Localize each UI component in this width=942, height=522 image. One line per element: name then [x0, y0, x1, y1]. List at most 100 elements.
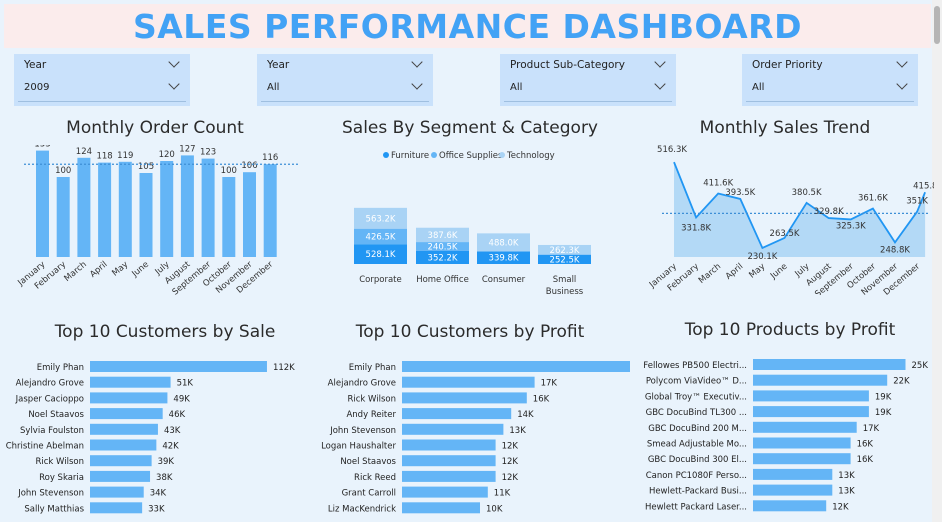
data-label: 34K [150, 489, 167, 499]
x-tick-label: Corporate [359, 275, 402, 285]
data-label: 16K [857, 455, 874, 465]
bar [222, 177, 236, 257]
slicer-value: All [752, 82, 765, 93]
category-label: Smead Adjustable Mo... [647, 440, 747, 450]
category-label: GBC DocuBind 300 El... [648, 455, 747, 465]
bar [90, 470, 151, 482]
bar [90, 392, 168, 404]
category-label: Alejandro Grove [16, 379, 84, 389]
data-label: 13K [838, 487, 855, 497]
bar [753, 468, 833, 480]
data-label: 230.1K [747, 252, 777, 262]
bar [90, 408, 163, 420]
slicer-label: Year [267, 59, 290, 71]
bar [402, 392, 527, 404]
bar [753, 374, 888, 386]
x-tick-label: Consumer [482, 275, 526, 285]
category-label: Emily Phan [37, 363, 84, 373]
data-label: 127 [179, 145, 195, 154]
legend-marker [383, 152, 389, 158]
bar [402, 361, 630, 372]
x-tick-label: April [724, 262, 745, 282]
category-label: GBC DocuBind 200 M... [648, 424, 747, 434]
legend-marker [499, 152, 505, 158]
bar [90, 486, 144, 498]
bar [753, 453, 851, 465]
slicer-label: Product Sub-Category [510, 59, 625, 71]
area-fill [674, 162, 926, 257]
category-label: Emily Phan [349, 363, 396, 373]
slicer-dropdown[interactable] [261, 76, 429, 102]
bar [753, 437, 851, 449]
bar [753, 421, 857, 433]
data-label: 19K [875, 392, 892, 402]
data-label: 133 [34, 145, 50, 150]
bar [77, 157, 91, 257]
bar [402, 502, 480, 514]
slicer-dropdown[interactable] [746, 76, 914, 102]
slicer-year[interactable]: Year All [257, 54, 433, 106]
x-tick-label: May [747, 262, 767, 281]
category-label: Noel Staavos [340, 457, 396, 467]
slicer-dropdown[interactable] [504, 76, 672, 102]
data-label: 120 [159, 150, 175, 160]
chevron-down-icon[interactable] [168, 56, 180, 68]
data-label: 123 [200, 148, 216, 158]
category-label: Sally Matthias [24, 504, 84, 514]
data-label: 22K [893, 377, 910, 387]
chevron-down-icon[interactable] [896, 56, 908, 68]
data-label: 33K [148, 504, 165, 514]
bar [263, 164, 277, 257]
slicer-year-2009[interactable]: Year 2009 [14, 54, 190, 106]
bar [402, 455, 496, 467]
bar [118, 161, 132, 257]
bar [180, 155, 194, 257]
bar [90, 502, 143, 514]
x-tick-label: June [768, 262, 789, 282]
data-label: 325.3K [836, 221, 866, 231]
data-label: 46K [169, 410, 186, 420]
data-label: 51K [177, 379, 194, 389]
monthly-order-count-chart: 133January100February124March118April119… [16, 145, 300, 295]
slicer-label: Year [24, 59, 47, 71]
slicer-value: All [267, 82, 280, 93]
bar [402, 408, 512, 420]
slicer-order-priority[interactable]: Order Priority All [742, 54, 918, 106]
bar [402, 423, 504, 435]
bar [753, 406, 869, 418]
bar [90, 423, 158, 435]
x-tick-label: Business [546, 287, 584, 297]
x-tick-label: June [130, 260, 151, 280]
x-tick-label: March [63, 260, 89, 284]
chevron-down-icon[interactable] [654, 56, 666, 68]
slicer-label: Order Priority [752, 59, 823, 71]
monthly-sales-trend-title: Monthly Sales Trend [699, 118, 871, 138]
bar [90, 376, 171, 388]
top-customers-sale-title: Top 10 Customers by Sale [54, 322, 276, 342]
legend-label: Office Supplies [439, 151, 503, 161]
bar [36, 150, 49, 257]
monthly-order-count-title: Monthly Order Count [66, 118, 244, 138]
top-customers-sale-chart: Emily Phan 112K Alejandro Grove 51K Jasper C… [6, 361, 295, 514]
category-label: Jasper Cacioppo [15, 394, 84, 404]
data-label: 25K [912, 361, 929, 371]
data-label: 262.3K [550, 246, 580, 256]
slicer-product-sub-category[interactable]: Product Sub-Category All [500, 54, 676, 106]
data-label: 118 [96, 152, 112, 162]
bar [753, 484, 833, 496]
top-products-profit-chart: Fellowes PB500 Electri... 25K Polycom ViaV… [643, 359, 929, 512]
category-label: Logan Haushalter [321, 442, 396, 452]
data-label: 17K [541, 379, 558, 389]
x-tick-label: April [88, 260, 109, 280]
bar [753, 359, 906, 370]
category-label: Christine Abelman [6, 442, 84, 452]
title-bar: SALES PERFORMANCE DASHBOARD [4, 4, 931, 48]
chevron-down-icon[interactable] [411, 56, 423, 68]
data-label: 563.2K [366, 214, 396, 224]
bar [753, 500, 827, 512]
data-label: 12K [502, 442, 519, 452]
data-label: 252.5K [550, 255, 580, 265]
scrollbar-thumb[interactable] [934, 6, 940, 44]
sales-by-segment-title: Sales By Segment & Category [342, 118, 598, 138]
data-label: 116 [262, 153, 278, 163]
